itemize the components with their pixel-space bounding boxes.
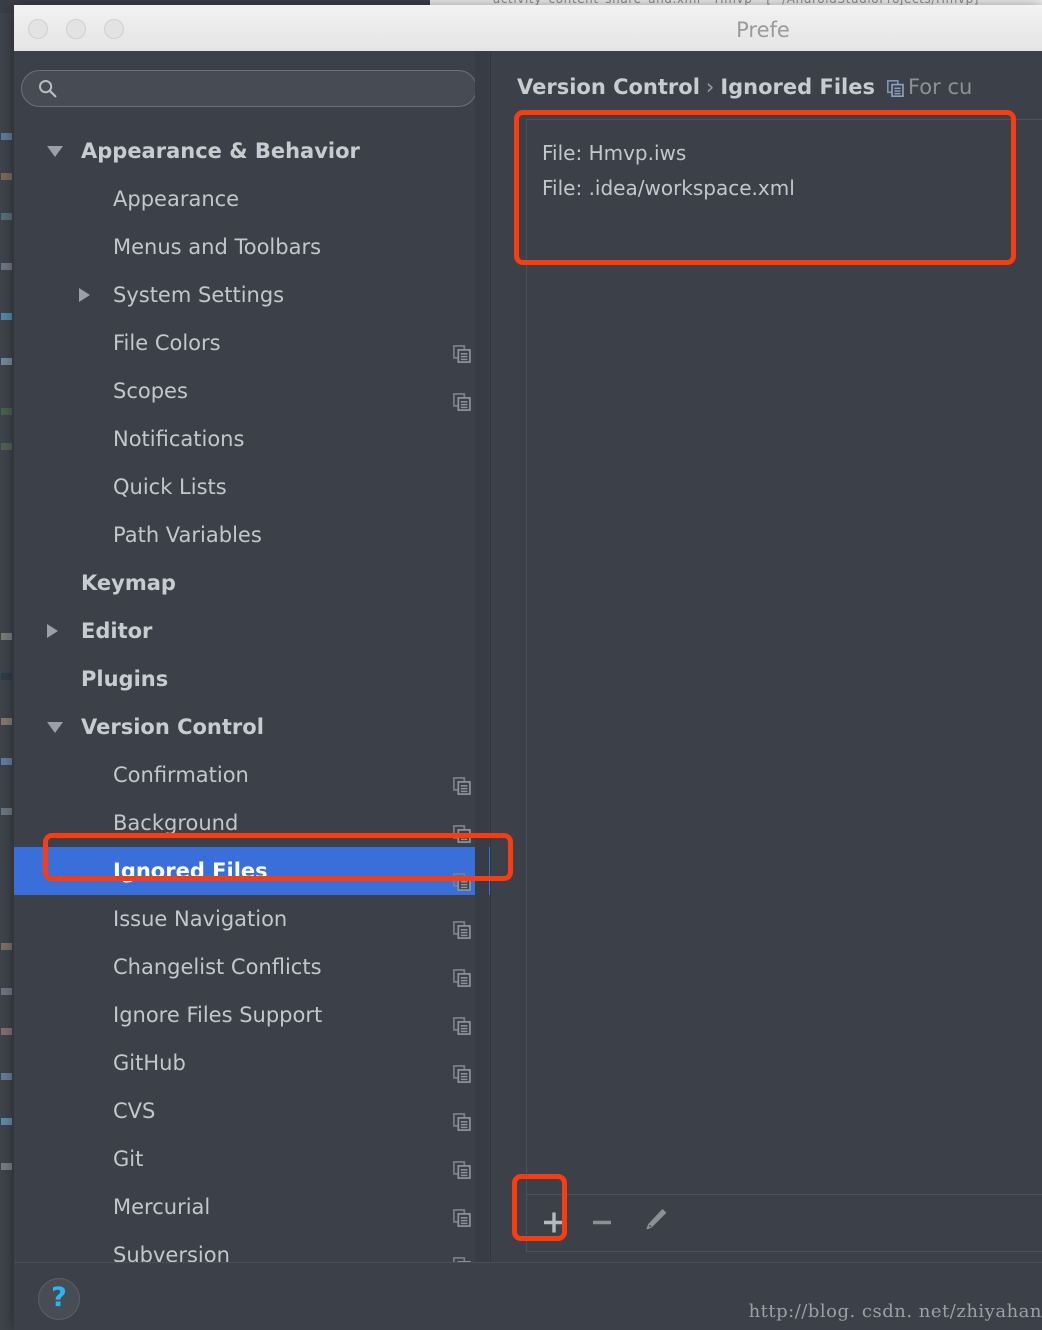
sidebar-item-label: GitHub (113, 1051, 186, 1075)
help-button[interactable]: ? (38, 1278, 80, 1320)
copy-settings-icon[interactable] (453, 1102, 471, 1131)
breadcrumb-separator: › (705, 75, 715, 99)
search-field[interactable] (21, 70, 477, 109)
sidebar-item-label: Appearance & Behavior (81, 139, 360, 163)
sidebar-item-label: Changelist Conflicts (113, 955, 322, 979)
sidebar-item-changelist-conflicts[interactable]: Changelist Conflicts (14, 943, 490, 991)
ignored-files-toolbar (526, 1194, 1042, 1252)
sidebar-item-appearance[interactable]: Appearance (14, 175, 490, 223)
copy-settings-icon[interactable] (453, 814, 471, 843)
sidebar-item-label: Appearance (113, 187, 240, 211)
sidebar-item-issue-navigation[interactable]: Issue Navigation (14, 895, 490, 943)
ignored-file-row[interactable]: File: Hmvp.iws (527, 136, 1042, 171)
sidebar-item-label: CVS (113, 1099, 156, 1123)
sidebar-item-label: Mercurial (113, 1195, 211, 1219)
copy-settings-icon[interactable] (453, 766, 471, 795)
dialog-title: Prefe (736, 18, 790, 42)
copy-settings-icon[interactable] (453, 958, 471, 987)
copy-settings-icon[interactable] (453, 1246, 471, 1262)
sidebar-item-ignored-files[interactable]: Ignored Files (14, 847, 490, 895)
sidebar-item-label: Background (113, 811, 239, 835)
copy-settings-icon[interactable] (453, 1006, 471, 1035)
breadcrumb: Version Control › Ignored Files For cu (517, 75, 972, 99)
sidebar-item-git[interactable]: Git (14, 1135, 490, 1183)
sidebar-item-menus-and-toolbars[interactable]: Menus and Toolbars (14, 223, 490, 271)
settings-content-pane: Version Control › Ignored Files For cu Fil… (491, 51, 1042, 1262)
copy-settings-icon[interactable] (453, 910, 471, 939)
copy-settings-icon[interactable] (453, 1150, 471, 1179)
search-icon (38, 79, 57, 98)
sidebar-item-system-settings[interactable]: System Settings (14, 271, 490, 319)
dialog-footer: ? http://blog. csdn. net/zhiyahan (14, 1262, 1042, 1330)
sidebar-item-ignore-files-support[interactable]: Ignore Files Support (14, 991, 490, 1039)
sidebar-item-quick-lists[interactable]: Quick Lists (14, 463, 490, 511)
sidebar-item-label: Editor (81, 619, 153, 643)
remove-ignored-file-button[interactable] (583, 1195, 631, 1250)
sidebar-item-github[interactable]: GitHub (14, 1039, 490, 1087)
sidebar-scrollbar[interactable] (475, 51, 489, 1262)
sidebar-item-scopes[interactable]: Scopes (14, 367, 490, 415)
search-input[interactable] (65, 70, 469, 109)
sidebar-item-label: Subversion (113, 1243, 230, 1262)
preferences-dialog: Prefe Appearance & Behavior Appearance Men… (14, 5, 1042, 1330)
sidebar-item-label: File Colors (113, 331, 221, 355)
copy-settings-icon[interactable] (886, 78, 904, 98)
sidebar-item-label: Ignored Files (113, 859, 268, 883)
sidebar-item-keymap[interactable]: Keymap (14, 559, 490, 607)
sidebar-item-plugins[interactable]: Plugins (14, 655, 490, 703)
ignored-file-row[interactable]: File: .idea/workspace.xml (527, 171, 1042, 206)
chevron-right-icon[interactable] (79, 288, 90, 302)
background-window-left-edge (0, 13, 14, 1330)
sidebar-item-label: Version Control (81, 715, 264, 739)
copy-settings-icon[interactable] (453, 1198, 471, 1227)
settings-tree[interactable]: Appearance & Behavior Appearance Menus and… (14, 127, 490, 1262)
sidebar-item-label: Ignore Files Support (113, 1003, 323, 1027)
sidebar-item-label: Notifications (113, 427, 245, 451)
sidebar-item-label: Git (113, 1147, 144, 1171)
preferences-screen: activity_content_share_and.xml - Hmvp - … (0, 0, 1042, 1330)
ignored-files-list[interactable]: File: Hmvp.iws File: .idea/workspace.xml (526, 119, 1042, 1195)
breadcrumb-current: Ignored Files (720, 75, 875, 99)
chevron-down-icon[interactable] (47, 722, 63, 733)
sidebar-item-label: Path Variables (113, 523, 262, 547)
copy-settings-icon[interactable] (453, 862, 471, 891)
breadcrumb-scope-note: For cu (907, 75, 973, 99)
sidebar-item-version-control[interactable]: Version Control (14, 703, 490, 751)
background-window-title-text: activity_content_share_and.xml - Hmvp - … (430, 0, 1042, 5)
dialog-titlebar: Prefe (14, 5, 1042, 52)
copy-settings-icon[interactable] (453, 334, 471, 363)
sidebar-item-notifications[interactable]: Notifications (14, 415, 490, 463)
watermark: http://blog. csdn. net/zhiyahan (748, 1301, 1042, 1322)
sidebar-item-label: Keymap (81, 571, 176, 595)
sidebar-item-label: Menus and Toolbars (113, 235, 322, 259)
sidebar-item-label: System Settings (113, 283, 285, 307)
edit-ignored-file-button[interactable] (635, 1195, 683, 1250)
add-ignored-file-button[interactable] (531, 1195, 579, 1250)
sidebar-item-label: Plugins (81, 667, 169, 691)
sidebar-item-confirmation[interactable]: Confirmation (14, 751, 490, 799)
sidebar-item-subversion[interactable]: Subversion (14, 1231, 490, 1262)
chevron-down-icon[interactable] (47, 146, 63, 157)
sidebar-item-file-colors[interactable]: File Colors (14, 319, 490, 367)
sidebar-item-label: Quick Lists (113, 475, 227, 499)
chevron-right-icon[interactable] (47, 624, 58, 638)
sidebar-item-mercurial[interactable]: Mercurial (14, 1183, 490, 1231)
breadcrumb-root[interactable]: Version Control (517, 75, 700, 99)
sidebar-item-label: Issue Navigation (113, 907, 288, 931)
sidebar-item-path-variables[interactable]: Path Variables (14, 511, 490, 559)
sidebar-item-label: Confirmation (113, 763, 249, 787)
copy-settings-icon[interactable] (453, 1054, 471, 1083)
settings-sidebar: Appearance & Behavior Appearance Menus and… (14, 51, 491, 1262)
sidebar-item-background[interactable]: Background (14, 799, 490, 847)
sidebar-item-editor[interactable]: Editor (14, 607, 490, 655)
sidebar-item-label: Scopes (113, 379, 188, 403)
copy-settings-icon[interactable] (453, 382, 471, 411)
sidebar-item-appearance-behavior[interactable]: Appearance & Behavior (14, 127, 490, 175)
sidebar-item-cvs[interactable]: CVS (14, 1087, 490, 1135)
